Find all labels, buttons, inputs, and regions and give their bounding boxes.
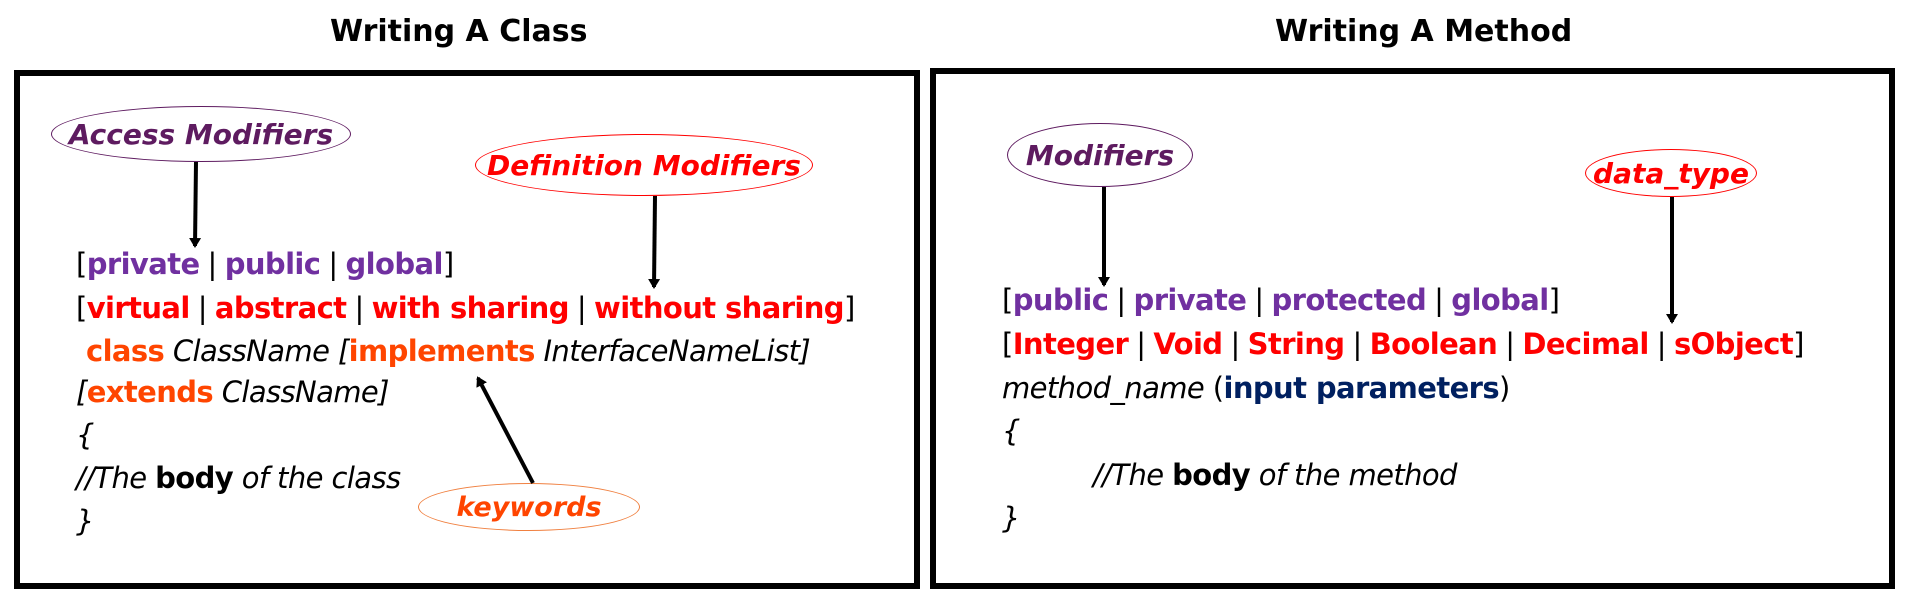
comment-suffix: of the class [241, 461, 401, 495]
data-type: Boolean [1369, 327, 1498, 361]
extends-keyword: extends [86, 375, 214, 409]
data-type-callout: data_type [1585, 149, 1757, 197]
definition-modifier: abstract [214, 291, 347, 325]
modifiers-label: Modifiers [1025, 138, 1175, 172]
modifiers-callout: Modifiers [1007, 123, 1193, 187]
data-type: Decimal [1522, 327, 1649, 361]
data-type: String [1247, 327, 1345, 361]
diagram-canvas: Writing A Class Writing A Method Access … [0, 0, 1911, 609]
extends-class-name: ClassName [221, 375, 379, 409]
definition-modifier: with sharing [371, 291, 570, 325]
definition-modifiers-callout: Definition Modifiers [475, 134, 813, 196]
class-body-comment: //The body of the class [76, 459, 401, 497]
input-parameters: input parameters [1223, 371, 1500, 405]
definition-modifiers-line: [virtual | abstract | with sharing | without s… [76, 291, 855, 325]
definition-modifiers-label: Definition Modifiers [487, 148, 801, 182]
comment-emphasis: body [1172, 458, 1251, 492]
comment-suffix: of the method [1258, 458, 1458, 492]
comment-emphasis: body [155, 461, 234, 495]
access-modifier: public [224, 247, 321, 281]
class-close-brace: } [76, 504, 94, 538]
comment-prefix: //The [1093, 458, 1164, 492]
method-modifier: private [1133, 283, 1247, 317]
class-name: ClassName [172, 334, 330, 368]
class-declaration-line: class ClassName [implements InterfaceNam… [86, 334, 811, 368]
data-type: Void [1153, 327, 1223, 361]
extends-line: [extends ClassName] [76, 375, 389, 409]
keywords-label: keywords [456, 491, 602, 523]
data-type: Integer [1012, 327, 1129, 361]
data-type: sObject [1673, 327, 1794, 361]
keywords-callout: keywords [418, 483, 640, 531]
access-modifiers-label: Access Modifiers [68, 117, 334, 151]
definition-modifier: virtual [86, 291, 191, 325]
method-modifier: global [1451, 283, 1549, 317]
access-modifier: private [86, 247, 200, 281]
definition-modifier: without sharing [594, 291, 844, 325]
method-body-comment: //The body of the method [1093, 456, 1457, 494]
access-modifiers-callout: Access Modifiers [51, 106, 351, 162]
method-signature-line: method_name (input parameters) [1002, 371, 1510, 405]
interface-name-list: InterfaceNameList [543, 334, 800, 368]
method-panel-title: Writing A Method [1275, 14, 1573, 49]
method-open-brace: { [1002, 414, 1020, 448]
method-modifier: protected [1271, 283, 1427, 317]
implements-keyword: implements [348, 334, 536, 368]
class-open-brace: { [76, 418, 94, 452]
data-types-line: [Integer | Void | String | Boolean | Decimal | sOb… [1002, 327, 1804, 361]
access-modifiers-line: [private | public | global] [76, 247, 454, 281]
comment-prefix: //The [76, 461, 147, 495]
class-keyword: class [86, 334, 165, 368]
method-close-brace: } [1002, 501, 1020, 535]
class-panel-title: Writing A Class [330, 14, 588, 49]
method-modifier: public [1012, 283, 1109, 317]
access-modifier: global [345, 247, 444, 281]
method-modifiers-line: [public | private | protected | global] [1002, 283, 1560, 317]
method-name: method_name [1002, 371, 1205, 405]
data-type-label: data_type [1593, 156, 1749, 190]
